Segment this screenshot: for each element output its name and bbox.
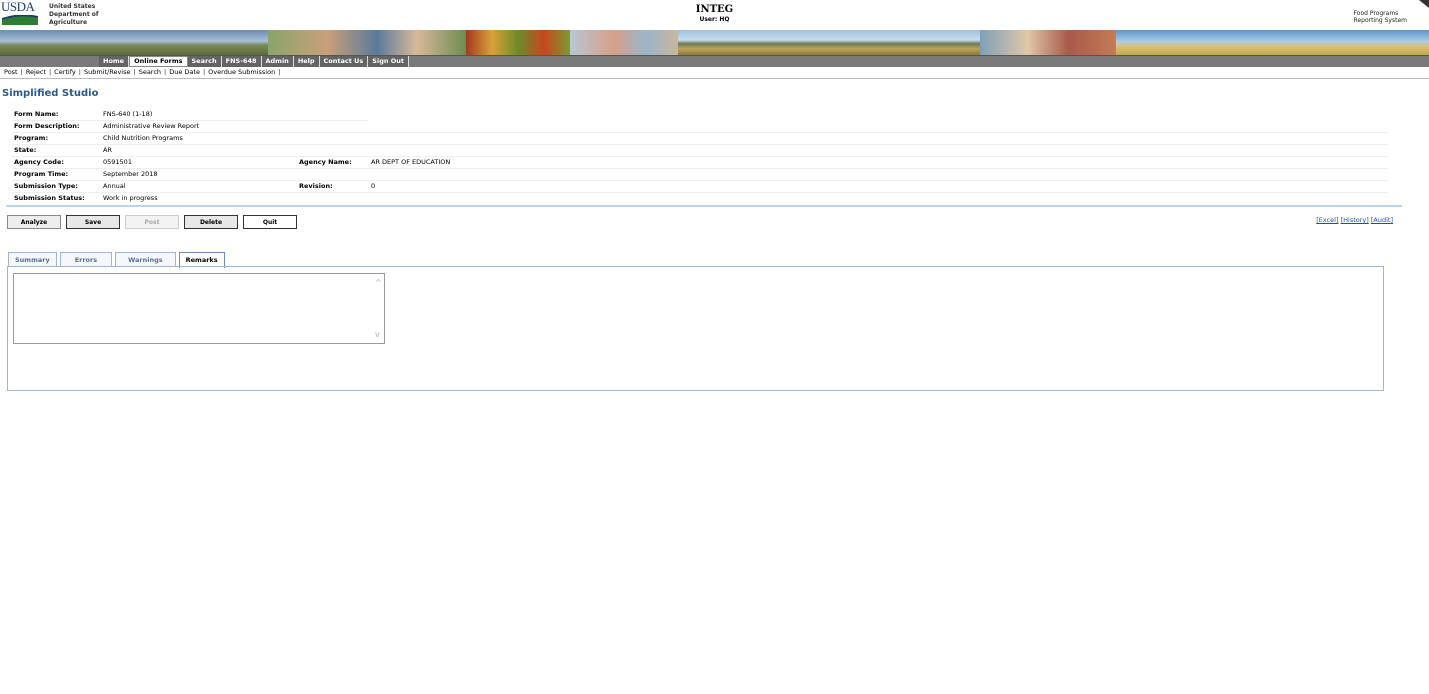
nav-contact-us[interactable]: Contact Us (319, 56, 369, 67)
quit-button[interactable]: Quit (243, 215, 297, 229)
info-row-program-time: Program Time: September 2018 (12, 169, 1388, 181)
subnav-due-date[interactable]: Due Date (169, 68, 200, 76)
system-name-line-2: Reporting System (1353, 17, 1407, 24)
separator: | (278, 68, 281, 76)
system-name-line-1: Food Programs (1353, 10, 1399, 17)
separator: | (164, 68, 167, 76)
agency-name-value: AR DEPT OF EDUCATION (371, 158, 451, 166)
delete-button[interactable]: Delete (184, 215, 238, 229)
info-row-form-description: Form Description: Administrative Review … (12, 121, 1388, 133)
submission-status-value: Work in progress (103, 194, 158, 202)
separator: | (78, 68, 81, 76)
separator: | (133, 68, 136, 76)
info-row-form-name: Form Name: FNS-640 (1-18) (12, 109, 368, 121)
revision-value: 0 (371, 182, 376, 190)
tab-errors[interactable]: Errors (59, 252, 113, 267)
tab-summary[interactable]: Summary (8, 252, 57, 267)
program-label: Program: (14, 134, 49, 142)
banner-farm-image (0, 30, 268, 55)
nav-admin[interactable]: Admin (261, 56, 294, 67)
history-link[interactable]: [History] (1341, 216, 1369, 224)
nav-online-forms[interactable]: Online Forms (129, 56, 188, 67)
main-nav: Home Online Forms Search FNS-648 Admin H… (0, 55, 1429, 67)
agency-code-value: 0591501 (103, 158, 132, 166)
banner-students-image (570, 30, 678, 55)
form-name-label: Form Name: (14, 110, 59, 118)
subnav-submit-revise[interactable]: Submit/Revise (84, 68, 131, 76)
state-value: AR (103, 146, 112, 154)
sub-nav: Post | Reject | Certify | Submit/Revise | Search… (0, 67, 1429, 79)
revision-label: Revision: (299, 182, 333, 190)
form-description-value: Administrative Review Report (103, 122, 200, 130)
audit-link[interactable]: [Audit] (1371, 216, 1393, 224)
nav-help[interactable]: Help (293, 56, 320, 67)
section-divider (6, 205, 1402, 207)
current-user: User: HQ (699, 16, 730, 23)
form-name-value: FNS-640 (1-18) (103, 110, 153, 118)
nav-search[interactable]: Search (187, 56, 222, 67)
banner-landscape-image (678, 30, 980, 55)
info-row-state: State: AR (12, 145, 1388, 157)
subnav-overdue-submission[interactable]: Overdue Submission (208, 68, 275, 76)
separator: | (20, 68, 23, 76)
page-title: Simplified Studio (2, 88, 99, 99)
scroll-down-icon[interactable]: v (375, 330, 380, 339)
nav-home[interactable]: Home (99, 56, 130, 67)
nav-sign-out[interactable]: Sign Out (368, 56, 409, 67)
program-time-value: September 2018 (103, 170, 158, 178)
subnav-post[interactable]: Post (4, 68, 18, 76)
header-banner (0, 30, 1429, 55)
nav-fns-648[interactable]: FNS-648 (221, 56, 262, 67)
banner-field-image (1116, 30, 1429, 55)
export-links: [Excel] [History] [Audit] (1316, 216, 1393, 224)
post-button[interactable]: Post (125, 215, 179, 229)
info-row-agency: Agency Code: 0591501 Agency Name: AR DEP… (12, 157, 1388, 169)
agency-name-label: Agency Name: (299, 158, 352, 166)
app-title: INTEG (695, 4, 734, 15)
banner-family-image (980, 30, 1116, 55)
submission-type-label: Submission Type: (14, 182, 78, 190)
remarks-panel: ^ v (7, 266, 1384, 391)
info-row-program: Program: Child Nutrition Programs (12, 133, 1388, 145)
form-info: Form Name: FNS-640 (1-18) Form Descripti… (12, 109, 1388, 204)
analyze-button[interactable]: Analyze (7, 215, 61, 229)
submission-status-label: Submission Status: (14, 194, 85, 202)
separator: | (202, 68, 206, 76)
header: USDA United States Department of Agricul… (0, 0, 1429, 30)
form-description-label: Form Description: (14, 122, 80, 130)
banner-produce-image (466, 30, 570, 55)
excel-link[interactable]: [Excel] (1316, 216, 1338, 224)
program-time-label: Program Time: (14, 170, 69, 178)
banner-people-image (268, 30, 466, 55)
subnav-certify[interactable]: Certify (54, 68, 76, 76)
subnav-reject[interactable]: Reject (26, 68, 46, 76)
state-label: State: (14, 146, 37, 154)
subnav-search[interactable]: Search (139, 68, 161, 76)
info-row-submission-status: Submission Status: Work in progress (12, 193, 1388, 204)
action-buttons: Analyze Save Post Delete Quit (7, 215, 302, 229)
scroll-up-icon[interactable]: ^ (375, 278, 382, 287)
agency-code-label: Agency Code: (14, 158, 64, 166)
save-button[interactable]: Save (66, 215, 120, 229)
submission-type-value: Annual (103, 182, 126, 190)
corner-decoration (1419, 0, 1429, 8)
tab-warnings[interactable]: Warnings (115, 252, 176, 267)
separator: | (48, 68, 52, 76)
system-name: Food Programs Reporting System (1354, 10, 1407, 24)
remarks-textarea[interactable]: ^ v (13, 273, 385, 344)
info-row-submission-type: Submission Type: Annual Revision: 0 (12, 181, 1388, 193)
remarks-scrollbar[interactable]: ^ v (374, 274, 384, 343)
program-value: Child Nutrition Programs (103, 134, 183, 142)
